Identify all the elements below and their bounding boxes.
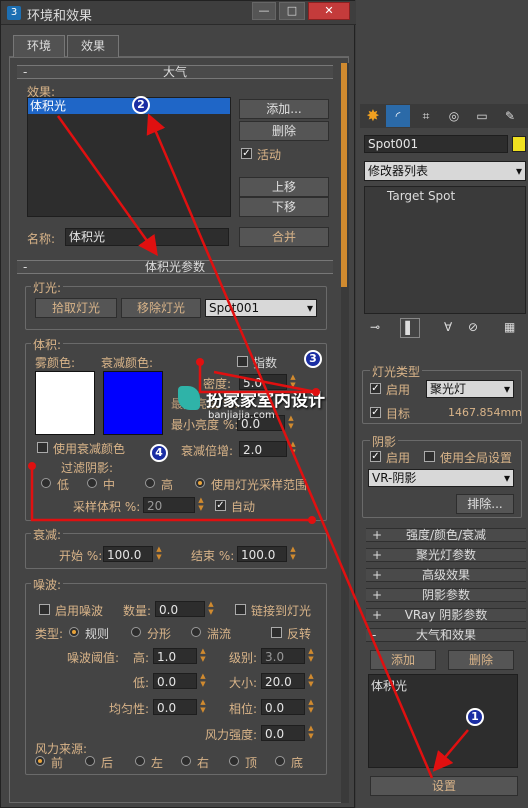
- step-marker-3: 3: [304, 350, 322, 368]
- annotation-arrows: [28, 113, 469, 779]
- step-marker-4: 4: [150, 444, 168, 462]
- step-marker-1: 1: [466, 708, 484, 726]
- step-marker-2: 2: [132, 96, 150, 114]
